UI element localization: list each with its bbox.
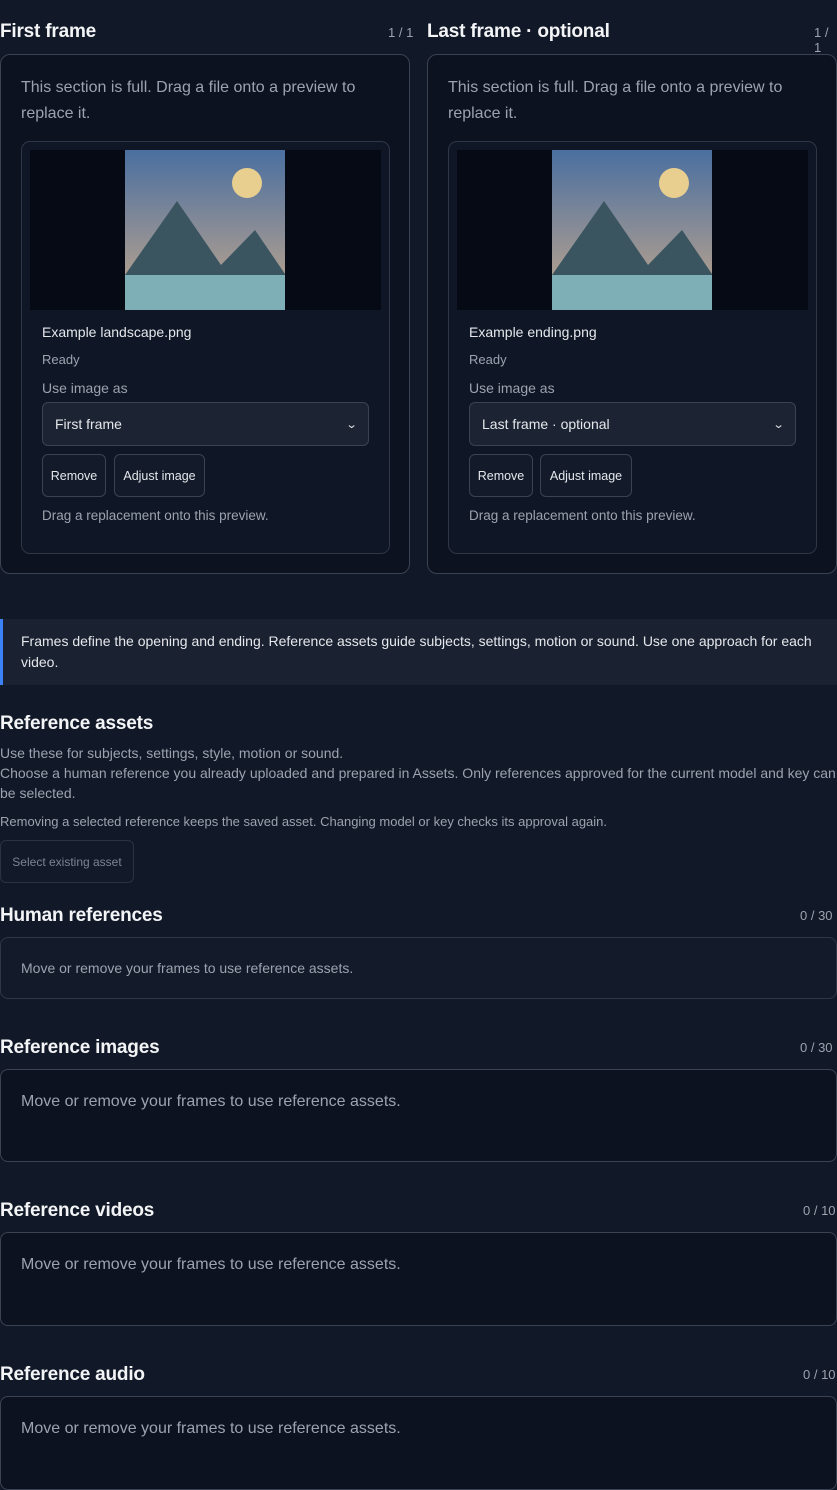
last-frame-thumbnail[interactable] bbox=[457, 150, 808, 310]
select-existing-asset-button[interactable]: Select existing asset bbox=[0, 840, 134, 883]
chevron-down-icon: ⌄ bbox=[772, 418, 785, 431]
selected-option: First frame bbox=[55, 416, 122, 432]
use-image-as-label: Use image as bbox=[42, 380, 128, 396]
reference-assets-description: Use these for subjects, settings, style,… bbox=[0, 745, 344, 761]
first-frame-count: 1 / 1 bbox=[388, 25, 414, 40]
last-frame-title: Last frame · optional bbox=[427, 21, 610, 42]
last-frame-count: 1 / 1 bbox=[814, 25, 829, 55]
first-frame-dropzone[interactable]: This section is full. Drag a file onto a… bbox=[0, 54, 410, 574]
reference-audio-count: 0 / 10 bbox=[803, 1367, 836, 1382]
chevron-down-icon: ⌄ bbox=[345, 418, 358, 431]
last-frame-dropzone[interactable]: This section is full. Drag a file onto a… bbox=[427, 54, 837, 574]
landscape-image-icon bbox=[125, 150, 285, 310]
file-name: Example landscape.png bbox=[42, 324, 192, 340]
reference-images-message: Move or remove your frames to use refere… bbox=[21, 1093, 401, 1110]
info-banner-text: Frames define the opening and ending. Re… bbox=[21, 633, 812, 670]
reference-images-dropzone[interactable]: Move or remove your frames to use refere… bbox=[0, 1069, 837, 1162]
human-references-message: Move or remove your frames to use refere… bbox=[21, 960, 354, 976]
reference-videos-count: 0 / 10 bbox=[803, 1203, 836, 1218]
remove-button[interactable]: Remove bbox=[42, 454, 106, 497]
reference-videos-title: Reference videos bbox=[0, 1200, 155, 1221]
drag-replacement-hint: Drag a replacement onto this preview. bbox=[469, 508, 696, 523]
landscape-image-icon bbox=[552, 150, 712, 310]
adjust-image-button[interactable]: Adjust image bbox=[540, 454, 632, 497]
file-status: Ready bbox=[42, 352, 80, 367]
selected-option: Last frame · optional bbox=[482, 416, 610, 432]
reference-videos-message: Move or remove your frames to use refere… bbox=[21, 1256, 401, 1273]
reference-audio-dropzone[interactable]: Move or remove your frames to use refere… bbox=[0, 1396, 837, 1490]
use-image-as-select[interactable]: First frame ⌄ bbox=[42, 402, 369, 446]
reference-assets-removal-note: Removing a selected reference keeps the … bbox=[0, 814, 608, 829]
section-full-message: This section is full. Drag a file onto a… bbox=[21, 79, 356, 122]
reference-assets-human-note: Choose a human reference you already upl… bbox=[0, 765, 836, 801]
adjust-image-button[interactable]: Adjust image bbox=[114, 454, 205, 497]
reference-images-count: 0 / 30 bbox=[800, 1040, 833, 1055]
reference-assets-title: Reference assets bbox=[0, 713, 154, 734]
section-full-message: This section is full. Drag a file onto a… bbox=[448, 79, 783, 122]
human-references-box: Move or remove your frames to use refere… bbox=[0, 937, 837, 999]
reference-audio-title: Reference audio bbox=[0, 1364, 145, 1385]
reference-audio-message: Move or remove your frames to use refere… bbox=[21, 1420, 401, 1437]
human-references-count: 0 / 30 bbox=[800, 908, 833, 923]
reference-images-title: Reference images bbox=[0, 1037, 160, 1058]
reference-videos-dropzone[interactable]: Move or remove your frames to use refere… bbox=[0, 1232, 837, 1326]
use-image-as-select[interactable]: Last frame · optional ⌄ bbox=[469, 402, 796, 446]
use-image-as-label: Use image as bbox=[469, 380, 555, 396]
last-frame-preview-card: Example ending.png Ready Use image as La… bbox=[448, 141, 817, 554]
first-frame-title: First frame bbox=[0, 21, 97, 42]
file-name: Example ending.png bbox=[469, 324, 597, 340]
remove-button[interactable]: Remove bbox=[469, 454, 533, 497]
first-frame-thumbnail[interactable] bbox=[30, 150, 381, 310]
human-references-title: Human references bbox=[0, 905, 163, 926]
drag-replacement-hint: Drag a replacement onto this preview. bbox=[42, 508, 269, 523]
info-banner: Frames define the opening and ending. Re… bbox=[0, 619, 837, 685]
file-status: Ready bbox=[469, 352, 507, 367]
first-frame-preview-card: Example landscape.png Ready Use image as… bbox=[21, 141, 390, 554]
